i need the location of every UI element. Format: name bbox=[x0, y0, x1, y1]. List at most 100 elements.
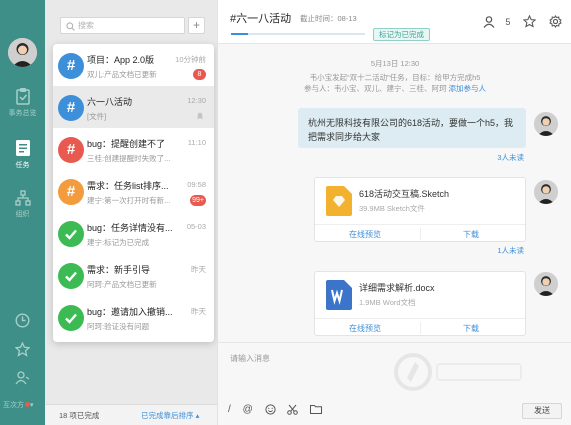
task-last-message: 建宁:第一次打开时有新... bbox=[87, 196, 171, 205]
task-list-icon bbox=[15, 140, 30, 156]
add-task-button[interactable]: + bbox=[188, 17, 205, 34]
watermark-logo bbox=[394, 353, 522, 391]
task-list-item[interactable]: 需求：新手引导 阿珂:产品文档已更新 昨天 bbox=[53, 254, 214, 296]
nav-org-label: 组织 bbox=[15, 211, 30, 218]
task-list-item[interactable]: bug：任务详情没有... 建宁:标记为已完成 05-03 bbox=[53, 212, 214, 254]
task-last-message: 建宁:标记为已完成 bbox=[87, 238, 150, 247]
nav-tasks[interactable]: 任务 bbox=[0, 139, 45, 170]
system-message-members: 参与人：韦小宝、双儿、建宁、三桂、阿珂 添加参与人 bbox=[218, 83, 571, 94]
task-last-message: [文件] bbox=[87, 112, 107, 121]
message-text-line1: 杭州无限科技有限公司的618活动，要做一个h5，我 bbox=[308, 118, 514, 128]
mention-icon[interactable]: @ bbox=[243, 404, 253, 415]
task-last-message: 阿珂:验证没有问题 bbox=[87, 322, 150, 331]
task-title: bug：任务详情没有... bbox=[87, 223, 173, 233]
scissors-icon[interactable] bbox=[287, 404, 299, 415]
task-title: 项目：App 2.0版 bbox=[87, 55, 155, 65]
word-file-icon bbox=[326, 280, 352, 310]
file-name: 618活动交互稿.Sketch bbox=[359, 189, 450, 199]
composer-toolbar: / @ bbox=[228, 404, 331, 415]
search-icon bbox=[66, 22, 75, 31]
read-status[interactable]: 3人未读 bbox=[497, 152, 524, 163]
check-icon bbox=[58, 221, 84, 247]
user-avatar[interactable] bbox=[8, 38, 37, 67]
task-list: # 项目：App 2.0版 双儿:产品文档已更新 10分钟前 8 # 六一八活动 [文件] 12… bbox=[53, 44, 214, 342]
preview-button[interactable]: 在线预览 bbox=[349, 323, 381, 334]
system-message-task: 韦小宝发起“双十二活动”任务，目标：给甲方完成h5 bbox=[309, 73, 481, 82]
task-title: 需求：新手引导 bbox=[87, 265, 151, 275]
download-button[interactable]: 下载 bbox=[463, 229, 479, 240]
task-time: 05-03 bbox=[186, 222, 206, 231]
task-time: 12:30 bbox=[187, 96, 206, 105]
task-time: 11:10 bbox=[187, 138, 206, 147]
message-date: 5月13日 12:30 bbox=[370, 59, 420, 68]
clipboard-icon bbox=[15, 88, 30, 105]
task-list-item[interactable]: # bug：提醒创建不了 三桂:创建提醒时失败了... 11:10 bbox=[53, 128, 214, 170]
star-icon[interactable] bbox=[0, 342, 45, 357]
download-button[interactable]: 下载 bbox=[463, 323, 479, 334]
header-actions: 5 bbox=[473, 14, 562, 28]
emoji-icon[interactable] bbox=[264, 404, 276, 415]
send-button[interactable]: 发送 bbox=[522, 403, 562, 419]
search-placeholder: 搜索 bbox=[78, 21, 94, 30]
read-status[interactable]: 1人未读 bbox=[497, 245, 524, 256]
message-input-placeholder: 请输入消息 bbox=[230, 354, 270, 363]
org-chart-icon bbox=[14, 190, 31, 206]
slash-command-icon[interactable]: / bbox=[228, 404, 231, 415]
hashtag-icon: # bbox=[58, 179, 84, 205]
message-text-line2: 把需求同步给大家 bbox=[308, 132, 381, 142]
hashtag-icon: # bbox=[58, 53, 84, 79]
check-icon bbox=[58, 305, 84, 331]
task-list-item[interactable]: # 六一八活动 [文件] 12:30 bbox=[53, 86, 214, 128]
task-list-item[interactable]: # 项目：App 2.0版 双儿:产品文档已更新 10分钟前 8 bbox=[53, 44, 214, 86]
chat-panel: #六一八活动 截止时间：08-13 标记为已完成 5 5月13日 12:30 韦… bbox=[217, 0, 571, 425]
task-progress-fill bbox=[231, 33, 249, 35]
plus-icon: + bbox=[192, 18, 200, 32]
gear-icon[interactable] bbox=[549, 15, 562, 28]
sender-avatar[interactable] bbox=[534, 180, 558, 204]
members-button[interactable]: 5 bbox=[483, 15, 511, 28]
text-message-bubble[interactable]: 杭州无限科技有限公司的618活动，要做一个h5，我 把需求同步给大家 bbox=[298, 108, 526, 148]
folder-icon[interactable] bbox=[310, 404, 323, 415]
app-sidebar: 事务总览 任务 组织 互次方 ▾ bbox=[0, 0, 45, 425]
divider bbox=[420, 228, 421, 240]
person-icon bbox=[483, 15, 495, 28]
sort-toggle[interactable]: 已完成靠后排序 ▴ bbox=[141, 410, 199, 421]
file-name: 详细需求解析.docx bbox=[359, 283, 435, 293]
completed-count: 18 项已完成 bbox=[59, 411, 100, 420]
task-time: 昨天 bbox=[191, 307, 206, 316]
list-footer: 18 项已完成 已完成靠后排序 ▴ bbox=[45, 404, 217, 425]
task-title: 六一八活动 bbox=[87, 97, 133, 107]
bell-mute-icon bbox=[196, 112, 204, 123]
clock-icon[interactable] bbox=[0, 313, 45, 328]
task-title: 需求：任务list排序... bbox=[87, 181, 169, 191]
task-time: 昨天 bbox=[191, 265, 206, 274]
preview-button[interactable]: 在线预览 bbox=[349, 229, 381, 240]
task-title: bug：邀请加入撤销... bbox=[87, 307, 173, 317]
members-list: 参与人：韦小宝、双儿、建宁、三桂、阿珂 bbox=[303, 84, 447, 93]
file-message-word: 详细需求解析.docx 1.9MB Word文档 在线预览 下载 bbox=[314, 271, 526, 336]
file-actions: 在线预览 下载 bbox=[315, 224, 525, 242]
star-icon[interactable] bbox=[522, 14, 537, 28]
unread-badge: 99+ bbox=[190, 195, 206, 206]
task-last-message: 双儿:产品文档已更新 bbox=[87, 70, 157, 79]
file-actions: 在线预览 下载 bbox=[315, 318, 525, 336]
mark-done-button[interactable]: 标记为已完成 bbox=[373, 28, 430, 41]
add-member-link[interactable]: 添加参与人 bbox=[449, 84, 487, 93]
divider bbox=[420, 322, 421, 334]
sort-toggle-label: 已完成靠后排序 bbox=[141, 411, 194, 420]
sender-avatar[interactable] bbox=[534, 272, 558, 296]
task-progress-bar bbox=[231, 33, 365, 35]
user-status[interactable]: 互次方 ▾ bbox=[3, 400, 34, 410]
chevron-up-icon: ▴ bbox=[195, 411, 200, 420]
nav-org[interactable]: 组织 bbox=[0, 190, 45, 219]
contacts-icon[interactable] bbox=[0, 370, 45, 385]
member-count: 5 bbox=[505, 16, 511, 27]
hashtag-icon: # bbox=[58, 137, 84, 163]
sketch-file-icon bbox=[326, 186, 352, 216]
task-list-item[interactable]: # 需求：任务list排序... 建宁:第一次打开时有新... 09:58 99+ bbox=[53, 170, 214, 212]
unread-badge: 8 bbox=[193, 69, 206, 80]
nav-overview[interactable]: 事务总览 bbox=[0, 87, 45, 118]
task-list-item[interactable]: bug：邀请加入撤销... 阿珂:验证没有问题 昨天 bbox=[53, 296, 214, 338]
search-input[interactable]: 搜索 bbox=[60, 17, 185, 34]
sender-avatar[interactable] bbox=[534, 112, 558, 136]
